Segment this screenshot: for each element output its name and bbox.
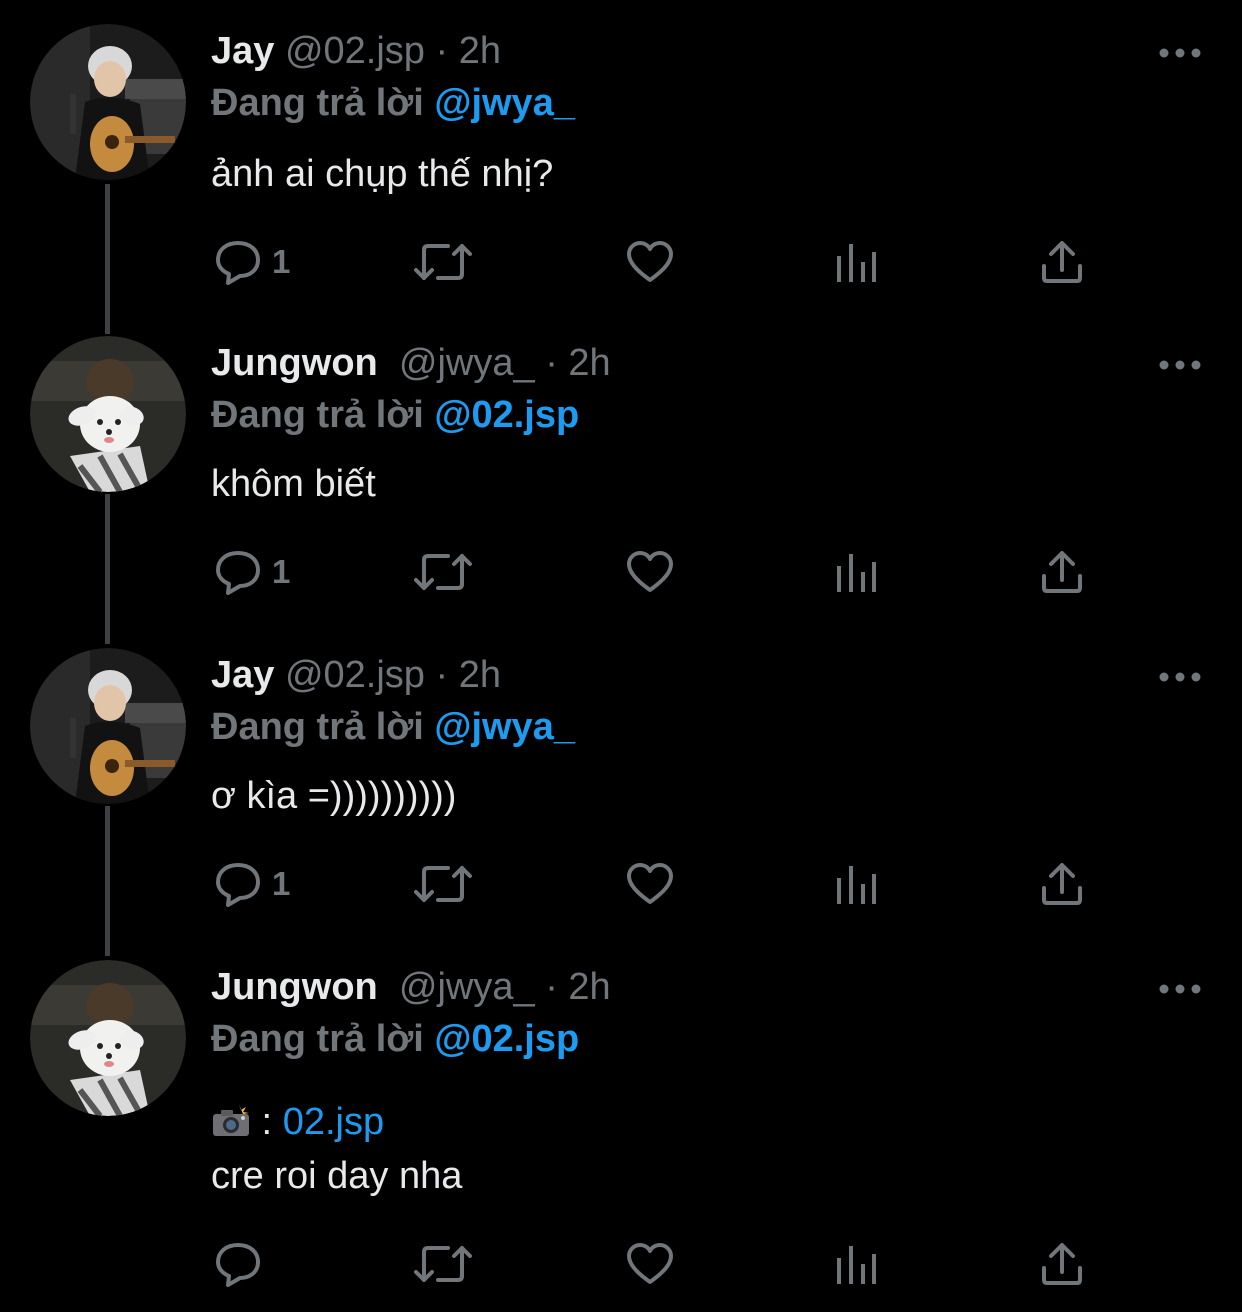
reply-count: 1 [272,243,291,280]
credit-link[interactable]: 02.jsp [283,1101,384,1143]
replying-to-mention[interactable]: @02.jsp [434,394,579,436]
tweet-header: Jay @02.jsp · 2h [211,650,501,700]
speech-bubble-icon [216,1243,260,1287]
tweet-actions: 1 [0,542,1242,602]
credit-line: : 02.jsp [211,1096,384,1148]
timestamp[interactable]: 2h [568,342,610,384]
separator-dot: · [545,966,558,1008]
retweet-icon [414,244,472,280]
retweet-button[interactable] [414,854,472,914]
separator-dot: · [435,654,449,696]
timestamp[interactable]: 2h [459,30,501,72]
reply-count: 1 [272,865,291,902]
replying-to-label: Đang trả lời [211,82,424,124]
share-upload-icon [1042,863,1082,905]
bar-chart-icon [837,244,876,282]
retweet-button[interactable] [414,542,472,602]
replying-to-mention[interactable]: @02.jsp [434,1018,579,1060]
tweet-header: Jungwon @jwya_ · 2h [211,962,611,1012]
analytics-button[interactable] [834,232,878,292]
reply-button[interactable]: 1 [214,542,290,602]
timestamp[interactable]: 2h [459,654,501,696]
reply-button[interactable] [214,1234,272,1294]
bar-chart-icon [837,1246,876,1284]
speech-bubble-icon [216,241,260,285]
like-button[interactable] [626,232,674,292]
user-handle[interactable]: @02.jsp [285,30,425,72]
tweet-actions: 1 [0,232,1242,292]
more-dots-icon[interactable] [1158,982,1202,994]
display-name[interactable]: Jay [211,654,274,696]
reply-button[interactable]: 1 [214,232,290,292]
credit-separator: : [251,1101,283,1143]
tweet-text: ơ kìa =)))))))))) [211,775,457,817]
retweet-icon [414,554,472,590]
bar-chart-icon [837,866,876,904]
display-name[interactable]: Jungwon [211,342,378,384]
replying-to-label: Đang trả lời [211,706,424,748]
replying-to: Đang trả lời @02.jsp [211,390,579,440]
heart-icon [627,1243,673,1284]
heart-icon [627,241,673,282]
tweet-actions [0,1234,1242,1294]
tweet-text: cre roi day nha [211,1155,463,1197]
share-upload-icon [1042,241,1082,283]
separator-dot: · [545,342,558,384]
replying-to: Đang trả lời @jwya_ [211,702,575,752]
user-handle[interactable]: @jwya_ [399,342,535,384]
share-button[interactable] [1040,1234,1084,1294]
user-handle[interactable]: @02.jsp [285,654,425,696]
avatar[interactable] [30,24,186,180]
display-name[interactable]: Jungwon [211,966,378,1008]
avatar[interactable] [30,336,186,492]
more-dots-icon[interactable] [1158,358,1202,370]
retweet-icon [414,1246,472,1282]
tweet-text: ảnh ai chụp thế nhị? [211,153,554,195]
replying-to-label: Đang trả lời [211,1018,424,1060]
heart-icon [627,551,673,592]
tweet-header: Jay @02.jsp · 2h [211,26,501,76]
more-dots-icon[interactable] [1158,46,1202,58]
replying-to-mention[interactable]: @jwya_ [434,706,575,748]
replying-to: Đang trả lời @jwya_ [211,78,575,128]
replying-to: Đang trả lời @02.jsp [211,1014,579,1064]
camera-flash-emoji [211,1100,251,1136]
reply-button[interactable]: 1 [214,854,290,914]
like-button[interactable] [626,854,674,914]
avatar[interactable] [30,648,186,804]
tweet-actions: 1 [0,854,1242,914]
speech-bubble-icon [216,863,260,907]
separator-dot: · [435,30,449,72]
share-button[interactable] [1040,854,1084,914]
timestamp[interactable]: 2h [568,966,610,1008]
share-button[interactable] [1040,232,1084,292]
analytics-button[interactable] [834,854,878,914]
retweet-button[interactable] [414,232,472,292]
analytics-button[interactable] [834,1234,878,1294]
user-handle[interactable]: @jwya_ [399,966,535,1008]
like-button[interactable] [626,1234,674,1294]
share-upload-icon [1042,551,1082,593]
bar-chart-icon [837,554,876,592]
tweet-header: Jungwon @jwya_ · 2h [211,338,611,388]
like-button[interactable] [626,542,674,602]
more-dots-icon[interactable] [1158,670,1202,682]
reply-count: 1 [272,553,291,590]
replying-to-mention[interactable]: @jwya_ [434,82,575,124]
analytics-button[interactable] [834,542,878,602]
retweet-icon [414,866,472,902]
display-name[interactable]: Jay [211,30,274,72]
replying-to-label: Đang trả lời [211,394,424,436]
share-button[interactable] [1040,542,1084,602]
retweet-button[interactable] [414,1234,472,1294]
speech-bubble-icon [216,551,260,595]
heart-icon [627,863,673,904]
tweet-text: khôm biết [211,463,376,505]
avatar[interactable] [30,960,186,1116]
share-upload-icon [1042,1243,1082,1285]
